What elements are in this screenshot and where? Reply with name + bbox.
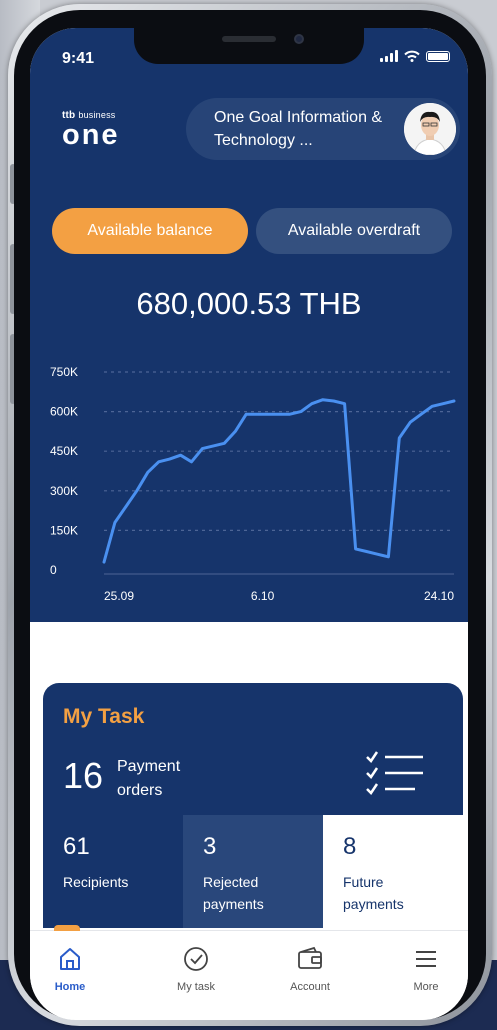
stat-recipients-count: 61 <box>63 833 90 860</box>
brand-name: one <box>62 119 120 151</box>
my-task-title: My Task <box>63 705 145 728</box>
header-area: 9:41 ttb business one One Goal Informatio… <box>30 28 468 622</box>
nav-more[interactable]: More <box>386 943 466 993</box>
check-circle-icon <box>156 943 236 975</box>
notch-camera <box>294 34 304 44</box>
payment-orders-count: 16 <box>63 755 104 796</box>
bottom-nav: Home My task Account More <box>30 925 468 1020</box>
nav-account[interactable]: Account <box>270 943 350 993</box>
app-screen: 9:41 ttb business one One Goal Informatio… <box>30 28 468 1020</box>
status-time: 9:41 <box>62 50 95 67</box>
stat-rejected-payments[interactable]: 3 Rejected payments <box>183 815 323 928</box>
balance-chart: 0 150K 300K 450K 600K 750K 25.09 6.10 24.10 <box>50 365 456 603</box>
company-name: One Goal Information & Technology ... <box>214 109 383 149</box>
nav-home-label: Home <box>54 981 86 993</box>
payment-orders-label: Payment orders <box>117 758 181 799</box>
stat-future-count: 8 <box>343 833 357 860</box>
y-tick-label: 0 <box>50 563 57 577</box>
wallet-icon <box>270 943 350 975</box>
phone-notch <box>134 28 364 64</box>
y-tick-label: 300K <box>50 484 78 498</box>
balance-amount: 680,000.53 THB <box>136 286 362 321</box>
y-tick-label: 150K <box>50 523 78 537</box>
y-tick-label: 600K <box>50 405 78 419</box>
nav-my-task-label: My task <box>177 981 215 993</box>
nav-home[interactable]: Home <box>30 943 110 993</box>
stat-recipients[interactable]: 61 Recipients <box>43 815 183 928</box>
nav-more-label: More <box>413 981 439 993</box>
brand-logo: ttb business one <box>62 110 120 151</box>
y-tick-label: 750K <box>50 365 78 379</box>
x-tick-label: 24.10 <box>424 589 454 603</box>
company-selector[interactable]: One Goal Information & Technology ... <box>186 98 460 160</box>
stat-rejected-label: Rejected payments <box>203 874 264 912</box>
avatar[interactable] <box>404 103 456 155</box>
wifi-icon <box>404 50 420 62</box>
menu-icon <box>386 943 466 975</box>
notch-speaker <box>222 36 276 42</box>
signal-icon <box>380 50 398 62</box>
x-tick-label: 25.09 <box>104 589 134 603</box>
home-icon <box>30 943 110 975</box>
stat-future-payments[interactable]: 8 Future payments <box>323 815 463 928</box>
stat-recipients-label: Recipients <box>63 874 129 890</box>
tab-available-balance[interactable]: Available balance <box>52 208 248 254</box>
my-task-card[interactable]: My Task 16 Payment orders 61 Recipients … <box>43 683 463 928</box>
y-tick-label: 450K <box>50 444 78 458</box>
tab-available-overdraft[interactable]: Available overdraft <box>256 208 452 254</box>
nav-active-indicator <box>54 925 80 931</box>
x-tick-label: 6.10 <box>251 589 275 603</box>
stat-future-label: Future payments <box>343 874 404 912</box>
status-icons <box>380 50 450 62</box>
checklist-icon <box>366 751 423 795</box>
nav-account-label: Account <box>290 981 330 993</box>
balance-series-line <box>102 398 456 564</box>
avatar-portrait-icon <box>404 103 456 155</box>
battery-icon <box>426 51 450 62</box>
stat-rejected-count: 3 <box>203 833 217 860</box>
nav-my-task[interactable]: My task <box>156 943 236 993</box>
